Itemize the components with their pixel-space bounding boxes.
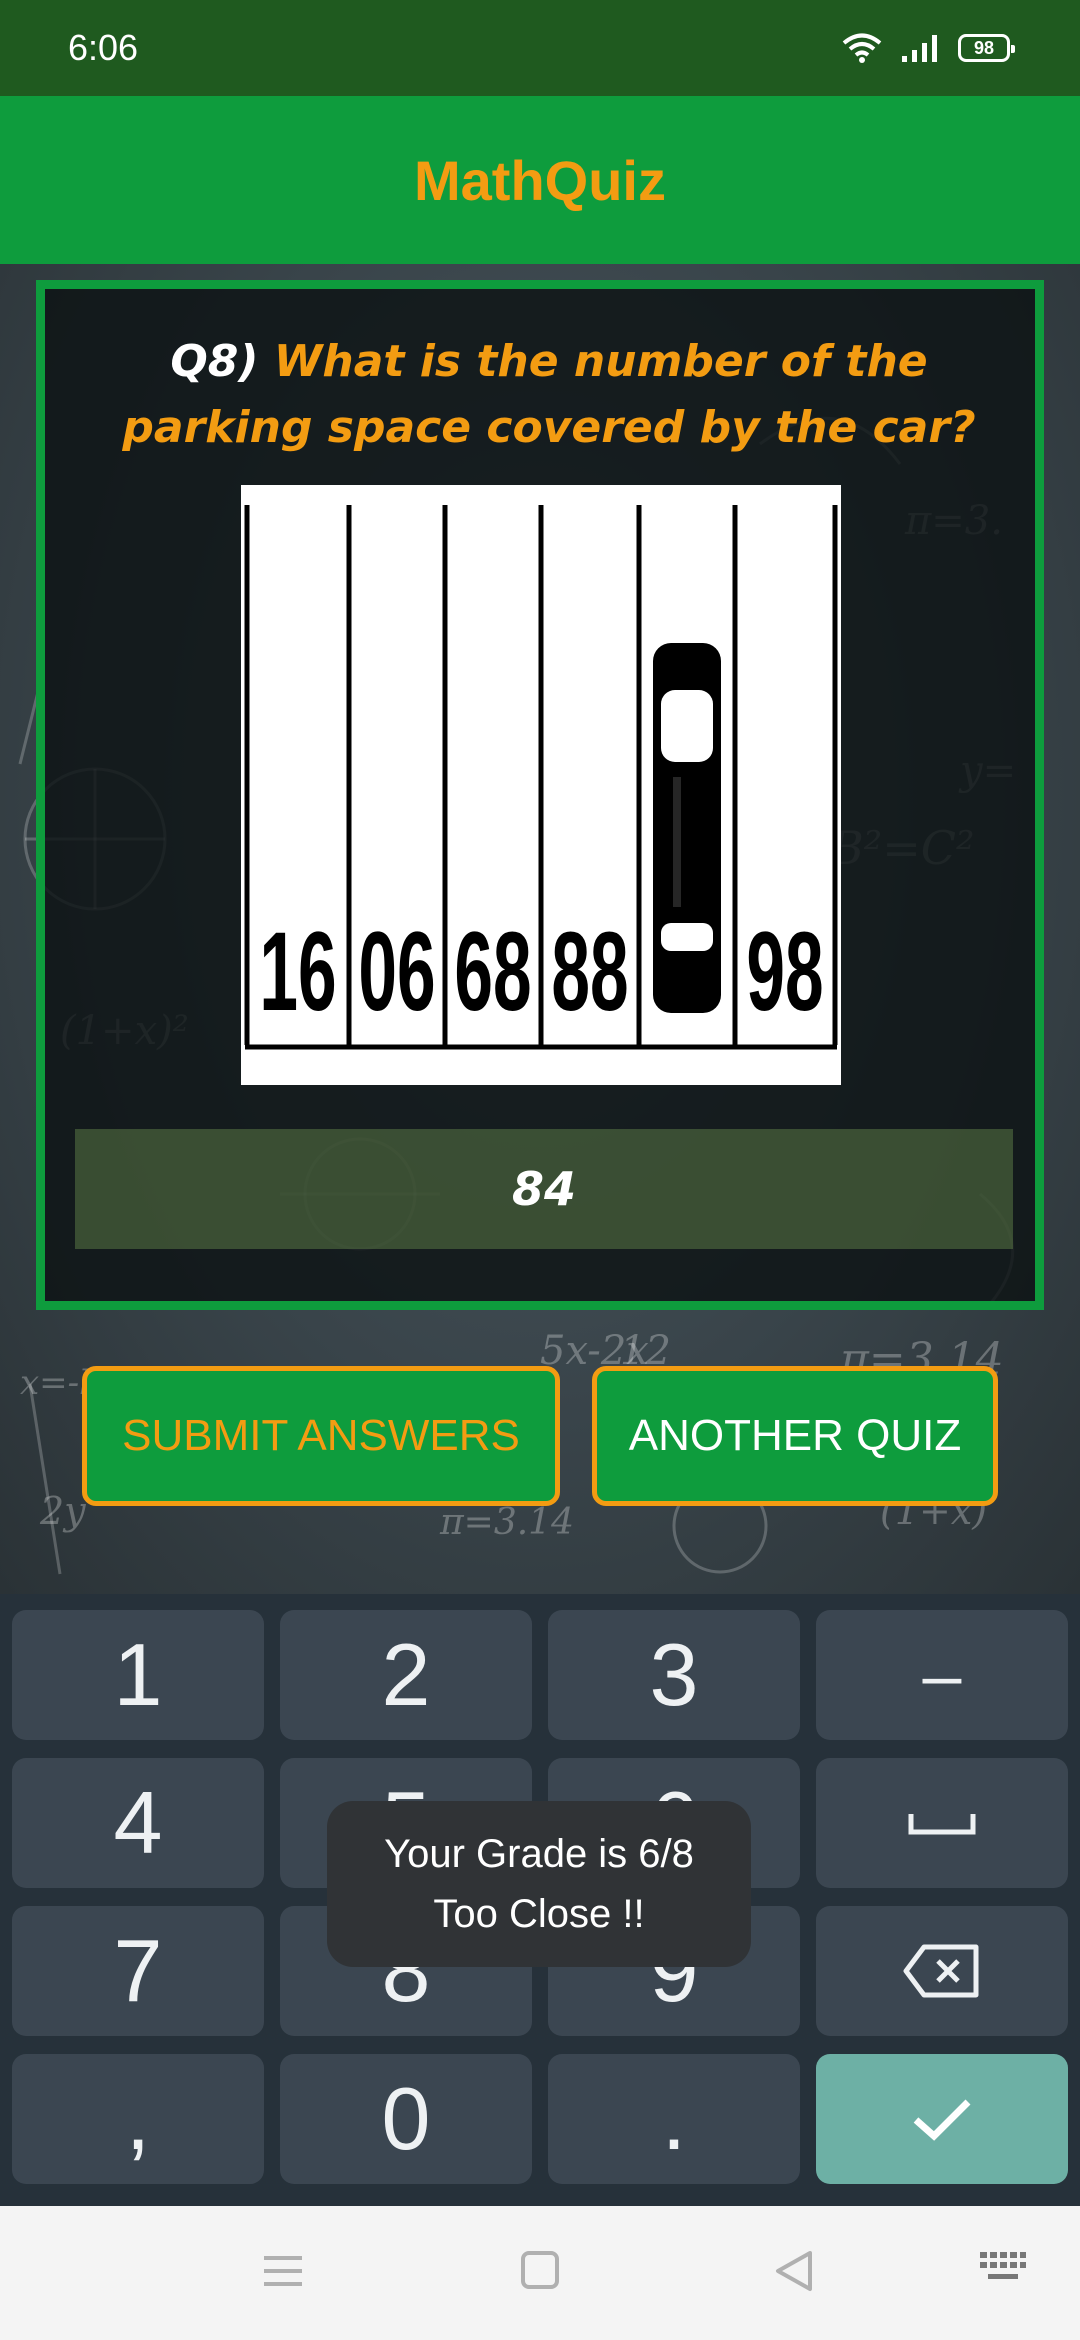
keyboard-icon[interactable]: [978, 2250, 1028, 2286]
home-icon[interactable]: [520, 2250, 560, 2290]
parking-space-number: 06: [358, 909, 435, 1034]
status-bar: 6:06 98: [0, 0, 1080, 96]
key-2[interactable]: 2: [280, 1610, 532, 1740]
toast-line-2: Too Close !!: [433, 1892, 645, 1936]
key-0[interactable]: 0: [280, 2054, 532, 2184]
question-card: Q8) What is the number of the parking sp…: [36, 280, 1044, 1310]
key-period[interactable]: .: [548, 2054, 800, 2184]
backspace-icon: [903, 1944, 979, 1998]
another-quiz-button[interactable]: ANOTHER QUIZ: [592, 1366, 998, 1506]
app-bar: MathQuiz: [0, 96, 1080, 264]
system-nav-bar: [0, 2206, 1080, 2340]
parking-space-number: 16: [259, 909, 336, 1034]
svg-text:π=3.14: π=3.14: [439, 1502, 574, 1543]
status-time: 6:06: [68, 27, 139, 68]
svg-text:2y: 2y: [39, 1489, 86, 1533]
key-3[interactable]: 3: [548, 1610, 800, 1740]
parking-space-number: 68: [454, 909, 531, 1034]
answer-field[interactable]: 84: [75, 1129, 1013, 1249]
parking-puzzle-image: 16 06 68 88 98: [241, 485, 841, 1085]
answer-value: 84: [511, 1162, 576, 1216]
key-space[interactable]: [816, 1758, 1068, 1888]
back-icon[interactable]: [774, 2250, 814, 2292]
menu-icon[interactable]: [262, 2250, 304, 2292]
parking-lot-illustration: 16 06 68 88 98: [241, 485, 841, 1085]
key-7[interactable]: 7: [12, 1906, 264, 2036]
app-title: MathQuiz: [414, 148, 666, 212]
key-1[interactable]: 1: [12, 1610, 264, 1740]
wifi-icon: [842, 33, 882, 63]
key-backspace[interactable]: [816, 1906, 1068, 2036]
checkmark-icon: [913, 2099, 971, 2141]
key-comma[interactable]: ,: [12, 2054, 264, 2184]
status-icons: 98: [842, 32, 1015, 64]
key-enter[interactable]: [816, 2054, 1068, 2184]
toast-line-1: Your Grade is 6/8: [384, 1832, 694, 1876]
key-4[interactable]: 4: [12, 1758, 264, 1888]
question-text: Q8) What is the number of the parking sp…: [75, 329, 1023, 461]
signal-icon: [902, 35, 937, 62]
parking-space-number: 88: [551, 909, 628, 1034]
space-icon: [908, 1814, 976, 1835]
car-icon: [653, 643, 721, 1013]
question-number: Q8): [170, 336, 259, 387]
key-minus[interactable]: –: [816, 1610, 1068, 1740]
grade-toast: Your Grade is 6/8 Too Close !!: [327, 1801, 751, 1967]
parking-space-number: 98: [746, 909, 823, 1034]
battery-icon: 98: [958, 34, 1015, 62]
submit-answers-button[interactable]: SUBMIT ANSWERS: [82, 1366, 560, 1506]
